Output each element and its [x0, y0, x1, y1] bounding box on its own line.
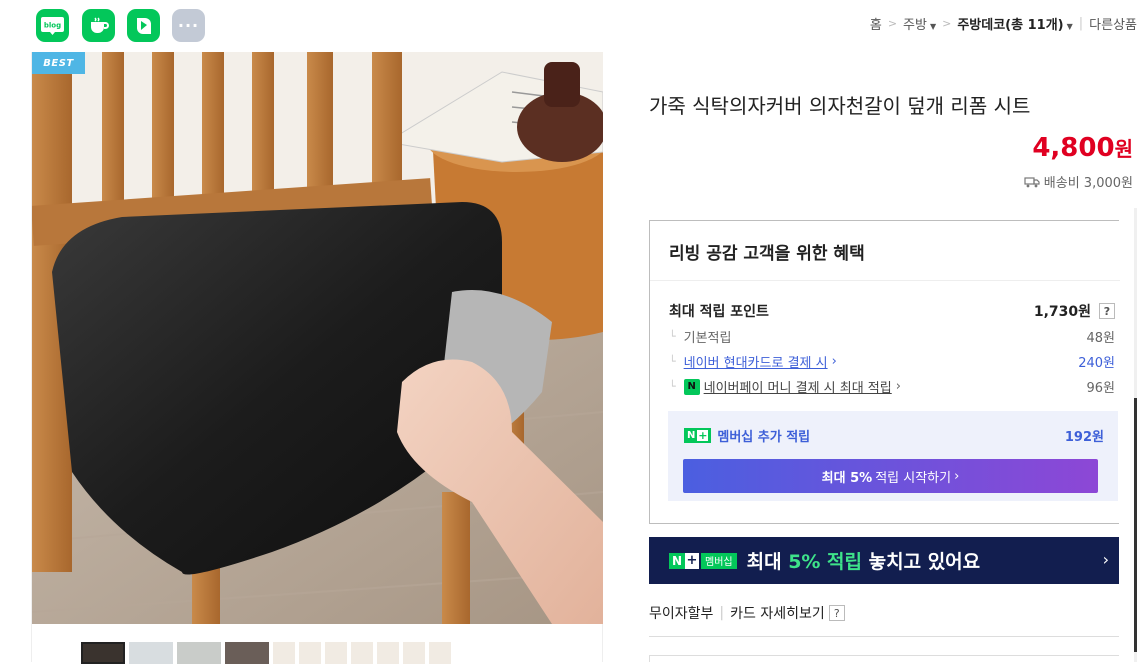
- npay-money-link[interactable]: 네이버페이 머니 결제 시 최대 적립: [704, 377, 892, 396]
- help-icon[interactable]: ?: [828, 605, 845, 621]
- thumbnail-8[interactable]: [351, 642, 373, 664]
- divider: [650, 280, 1120, 281]
- thumbnail-7[interactable]: [325, 642, 347, 664]
- top-bar: blog ··· 홈 > 주방 ▼ > 주방데코(총 11개) ▼ | 다른상품: [0, 0, 1137, 52]
- npay-money-row: └ N 네이버페이 머니 결제 시 최대 적립 › 96원: [669, 377, 1115, 396]
- truck-icon: [1024, 176, 1040, 187]
- product-gallery: BEST: [31, 52, 603, 664]
- thumbnail-5[interactable]: [273, 642, 295, 664]
- basic-point-value: 48원: [1086, 331, 1115, 346]
- shipping-fee: 배송비 3,000원: [1024, 172, 1133, 191]
- cafe-share-button[interactable]: [82, 9, 115, 42]
- breadcrumb-separator-icon: >: [942, 17, 952, 30]
- max-point-label: 최대 적립 포인트: [669, 304, 769, 320]
- thumbnail-9[interactable]: [377, 642, 399, 664]
- membership-start-button[interactable]: 최대 5% 적립 시작하기 ›: [683, 459, 1098, 493]
- next-section-box: [649, 655, 1119, 662]
- membership-banner[interactable]: N + 멤버십 최대 5% 적립 놓치고 있어요 ›: [649, 537, 1119, 584]
- divider: [649, 636, 1119, 637]
- chevron-right-icon: ›: [831, 354, 837, 369]
- thumbnail-1[interactable]: [81, 642, 125, 664]
- breadcrumb-kitchen-deco[interactable]: 주방데코(총 11개) ▼: [957, 14, 1072, 33]
- naver-plus-badge-icon: N +: [684, 428, 712, 443]
- chevron-right-icon: ›: [1102, 550, 1109, 569]
- divider: |: [719, 605, 725, 621]
- chevron-right-icon: ›: [895, 379, 901, 394]
- thumbnail-3[interactable]: [177, 642, 221, 664]
- thumbnail-strip: [81, 642, 451, 664]
- tree-branch-icon: └: [669, 330, 676, 343]
- blog-share-button[interactable]: blog: [36, 9, 69, 42]
- basic-point-row: └ 기본적립 48원: [669, 327, 1115, 346]
- chair-photo-illustration: [32, 52, 603, 624]
- npay-money-value: 96원: [1086, 381, 1115, 396]
- membership-row: N + 멤버십 추가 적립 192원: [684, 426, 1104, 445]
- cafe-cup-icon: [90, 16, 109, 33]
- membership-label: 멤버십 추가 적립: [717, 430, 811, 445]
- blog-icon: blog: [41, 16, 64, 35]
- card-detail-link[interactable]: 카드 자세히보기: [730, 603, 825, 623]
- breadcrumb: 홈 > 주방 ▼ > 주방데코(총 11개) ▼ | 다른상품: [870, 14, 1137, 33]
- chevron-right-icon: ›: [954, 468, 960, 484]
- help-icon[interactable]: ?: [1099, 303, 1115, 319]
- best-badge: BEST: [32, 52, 85, 74]
- banner-text: 최대 5% 적립 놓치고 있어요: [746, 551, 981, 573]
- breadcrumb-separator-icon: >: [887, 17, 898, 30]
- npay-icon: N: [683, 378, 700, 395]
- product-main-image[interactable]: BEST: [32, 52, 603, 624]
- tree-branch-icon: └: [669, 380, 676, 393]
- band-icon: [136, 17, 151, 34]
- thumbnail-6[interactable]: [299, 642, 321, 664]
- caret-down-icon: ▼: [929, 22, 937, 31]
- more-share-button[interactable]: ···: [172, 9, 205, 42]
- membership-value: 192원: [1064, 430, 1104, 445]
- svg-text:blog: blog: [44, 21, 61, 29]
- benefit-heading: 리빙 공감 고객을 위한 혜택: [669, 244, 865, 264]
- divider: |: [1078, 16, 1084, 31]
- product-title: 가죽 식탁의자커버 의자천갈이 덮개 리폼 시트: [649, 94, 1031, 118]
- thumbnail-10[interactable]: [403, 642, 425, 664]
- tree-branch-icon: └: [669, 355, 676, 368]
- thumbnail-2[interactable]: [129, 642, 173, 664]
- hyundai-card-value: 240원: [1078, 356, 1115, 371]
- band-share-button[interactable]: [127, 9, 160, 42]
- max-point-value: 1,730원: [1033, 304, 1091, 320]
- product-price: 4,800원: [1032, 133, 1133, 163]
- more-dots-icon: ···: [177, 16, 200, 35]
- thumbnail-4[interactable]: [225, 642, 269, 664]
- caret-down-icon: ▼: [1066, 22, 1073, 31]
- benefit-box: 리빙 공감 고객을 위한 혜택 최대 적립 포인트 1,730원? └ 기본적립 …: [649, 220, 1120, 524]
- other-products-link[interactable]: 다른상품: [1089, 14, 1137, 33]
- hyundai-card-link[interactable]: 네이버 현대카드로 결제 시: [684, 352, 828, 371]
- thumbnail-11[interactable]: [429, 642, 451, 664]
- membership-box: N + 멤버십 추가 적립 192원 최대 5% 적립 시작하기 ›: [668, 411, 1118, 501]
- breadcrumb-home[interactable]: 홈: [870, 14, 882, 33]
- payment-links: 무이자할부 | 카드 자세히보기 ?: [649, 603, 845, 623]
- breadcrumb-kitchen[interactable]: 주방 ▼: [903, 14, 936, 33]
- naver-plus-membership-badge-icon: N + 멤버십: [669, 552, 737, 569]
- max-point-row: 최대 적립 포인트 1,730원?: [669, 301, 1115, 321]
- hyundai-card-row: └ 네이버 현대카드로 결제 시 › 240원: [669, 352, 1115, 371]
- installment-link[interactable]: 무이자할부: [649, 603, 713, 623]
- basic-point-label: 기본적립: [683, 331, 732, 346]
